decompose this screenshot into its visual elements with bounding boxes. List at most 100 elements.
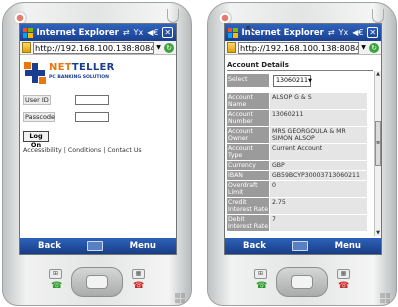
back-softkey[interactable]: Back xyxy=(243,241,266,251)
refresh-icon[interactable]: ↻ xyxy=(164,42,174,53)
pda-device-right: Internet Explorer ⇄ Yx ◀€ ✕ http://192.1… xyxy=(207,2,397,306)
detail-key: Overdraft Limit xyxy=(227,181,269,197)
end-call-icon[interactable]: ☎ xyxy=(338,281,349,291)
volume-icon[interactable]: ◀€ xyxy=(352,28,363,37)
dpad[interactable] xyxy=(71,267,123,297)
detail-key: Account Number xyxy=(227,110,269,126)
close-button[interactable]: ✕ xyxy=(367,27,378,38)
app-title: Internet Explorer xyxy=(36,27,119,38)
volume-icon[interactable]: ◀€ xyxy=(147,28,158,37)
detail-row: Account Owner MRS GEORGOULA & MR SIMON AL… xyxy=(227,127,367,143)
menu-softkey[interactable]: Menu xyxy=(335,241,361,251)
windows-start-icon[interactable] xyxy=(228,27,238,38)
detail-value: Current Account xyxy=(270,144,367,160)
scrollbar[interactable]: ▲ ≡ ▼ xyxy=(374,71,381,236)
detail-key: Debit Interest Rate xyxy=(227,215,269,231)
detail-value: GBP xyxy=(270,161,367,170)
stylus-slot xyxy=(372,9,384,23)
address-bar: http://192.168.100.138:8084/n ▼ ↻ xyxy=(225,41,381,55)
detail-key: Credit Interest Rate xyxy=(227,198,269,214)
device-screen: Internet Explorer ⇄ Yx ◀€ ✕ http://192.1… xyxy=(19,23,177,255)
footer-links[interactable]: Accessibility | Conditions | Contact Us xyxy=(23,147,142,154)
detail-value: GB59BCYP30003713060211 xyxy=(270,171,367,180)
detail-value: 2.75 xyxy=(270,198,367,214)
chevron-down-icon[interactable]: ▼ xyxy=(359,44,368,51)
page-title: Account Details xyxy=(227,61,289,69)
brand-name: NETTELLER xyxy=(49,62,115,73)
detail-value: MRS GEORGOULA & MR SIMON ALSOP xyxy=(270,127,367,143)
connectivity-icon[interactable]: ⇄ xyxy=(328,28,335,37)
page-icon xyxy=(227,42,236,53)
detail-value: ALSOP G & S xyxy=(270,93,367,109)
call-icon[interactable]: ☎ xyxy=(256,281,267,291)
windows-hw-button[interactable]: ⊞ xyxy=(254,269,267,279)
ok-hw-button[interactable]: ▦ xyxy=(337,269,350,279)
login-page: NETTELLER PC BANKING SOLUTION User ID Pa… xyxy=(20,55,176,238)
windows-logo-icon xyxy=(380,293,390,303)
menu-softkey[interactable]: Menu xyxy=(130,241,156,251)
softkey-bar: Back Menu xyxy=(225,238,381,254)
end-call-icon[interactable]: ☎ xyxy=(133,281,144,291)
detail-row: Debit Interest Rate 7 xyxy=(227,215,367,231)
scroll-up-icon[interactable]: ▲ xyxy=(375,71,381,77)
passcode-field[interactable] xyxy=(75,112,109,122)
dpad[interactable] xyxy=(276,267,328,297)
url-input[interactable]: http://192.168.100.138:8084/n xyxy=(33,41,154,54)
select-account-label: Select Account xyxy=(227,74,269,95)
call-icon[interactable]: ☎ xyxy=(51,281,62,291)
softkey-bar: Back Menu xyxy=(20,238,176,254)
hardware-buttons: ⊞ ▦ ☎ ☎ xyxy=(208,259,396,307)
userid-label: User ID xyxy=(23,95,51,105)
userid-field[interactable] xyxy=(75,95,109,105)
detail-key: IBAN xyxy=(227,171,269,180)
url-input[interactable]: http://192.168.100.138:8084/n xyxy=(238,41,359,54)
signal-icon[interactable]: Yx xyxy=(134,28,144,37)
windows-logo-icon xyxy=(175,293,185,303)
detail-value: 7 xyxy=(270,215,367,231)
account-details-table: Account Name ALSOP G & S Account Number 130… xyxy=(227,93,367,232)
title-divider xyxy=(227,70,373,71)
detail-value: 0 xyxy=(270,181,367,197)
connectivity-icon[interactable]: ⇄ xyxy=(123,28,130,37)
detail-row: IBAN GB59BCYP30003713060211 xyxy=(227,171,367,180)
back-softkey[interactable]: Back xyxy=(38,241,61,251)
windows-hw-button[interactable]: ⊞ xyxy=(49,269,62,279)
logon-button[interactable]: Log On xyxy=(23,131,49,149)
chevron-down-icon[interactable]: ▼ xyxy=(154,44,163,51)
signal-icon[interactable]: Yx xyxy=(339,28,349,37)
passcode-label: Passcode xyxy=(23,112,56,122)
detail-row: Overdraft Limit 0 xyxy=(227,181,367,197)
detail-key: Account Name xyxy=(227,93,269,109)
detail-row: Account Type Current Account xyxy=(227,144,367,160)
scroll-down-icon[interactable]: ▼ xyxy=(375,230,381,236)
detail-row: Credit Interest Rate 2.75 xyxy=(227,198,367,214)
detail-row: Currency GBP xyxy=(227,161,367,170)
account-select-row: Select Account 13060211 ▼ xyxy=(227,74,312,95)
keyboard-icon[interactable] xyxy=(292,241,309,251)
dpad-center[interactable] xyxy=(86,275,108,289)
windows-start-icon[interactable] xyxy=(23,27,33,38)
ok-hw-button[interactable]: ▦ xyxy=(132,269,145,279)
account-select[interactable]: 13060211 ▼ xyxy=(273,74,312,87)
scroll-thumb[interactable]: ≡ xyxy=(375,121,381,166)
detail-key: Currency xyxy=(227,161,269,170)
account-details-page: Account Details Select Account 13060211 ▼… xyxy=(225,55,381,238)
chevron-down-icon: ▼ xyxy=(308,77,312,84)
address-bar: http://192.168.100.138:8084/n ▼ ↻ xyxy=(20,41,176,55)
detail-value: 13060211 xyxy=(270,110,367,126)
title-bar: Internet Explorer ⇄ Yx ◀€ ✕ xyxy=(20,24,176,41)
stylus-slot xyxy=(167,9,179,23)
dpad-center[interactable] xyxy=(291,275,313,289)
refresh-icon[interactable]: ↻ xyxy=(369,42,379,53)
detail-row: Account Number 13060211 xyxy=(227,110,367,126)
close-button[interactable]: ✕ xyxy=(162,27,173,38)
device-screen: Internet Explorer ⇄ Yx ◀€ ✕ http://192.1… xyxy=(224,23,382,255)
detail-key: Account Owner xyxy=(227,127,269,143)
detail-key: Account Type xyxy=(227,144,269,160)
hardware-buttons: ⊞ ▦ ☎ ☎ xyxy=(3,259,191,307)
logo-mark-icon xyxy=(24,62,46,84)
bank-logo: NETTELLER PC BANKING SOLUTION xyxy=(24,62,164,86)
keyboard-icon[interactable] xyxy=(87,241,104,251)
pda-device-left: Internet Explorer ⇄ Yx ◀€ ✕ http://192.1… xyxy=(2,2,192,306)
brand-tagline: PC BANKING SOLUTION xyxy=(49,75,110,80)
